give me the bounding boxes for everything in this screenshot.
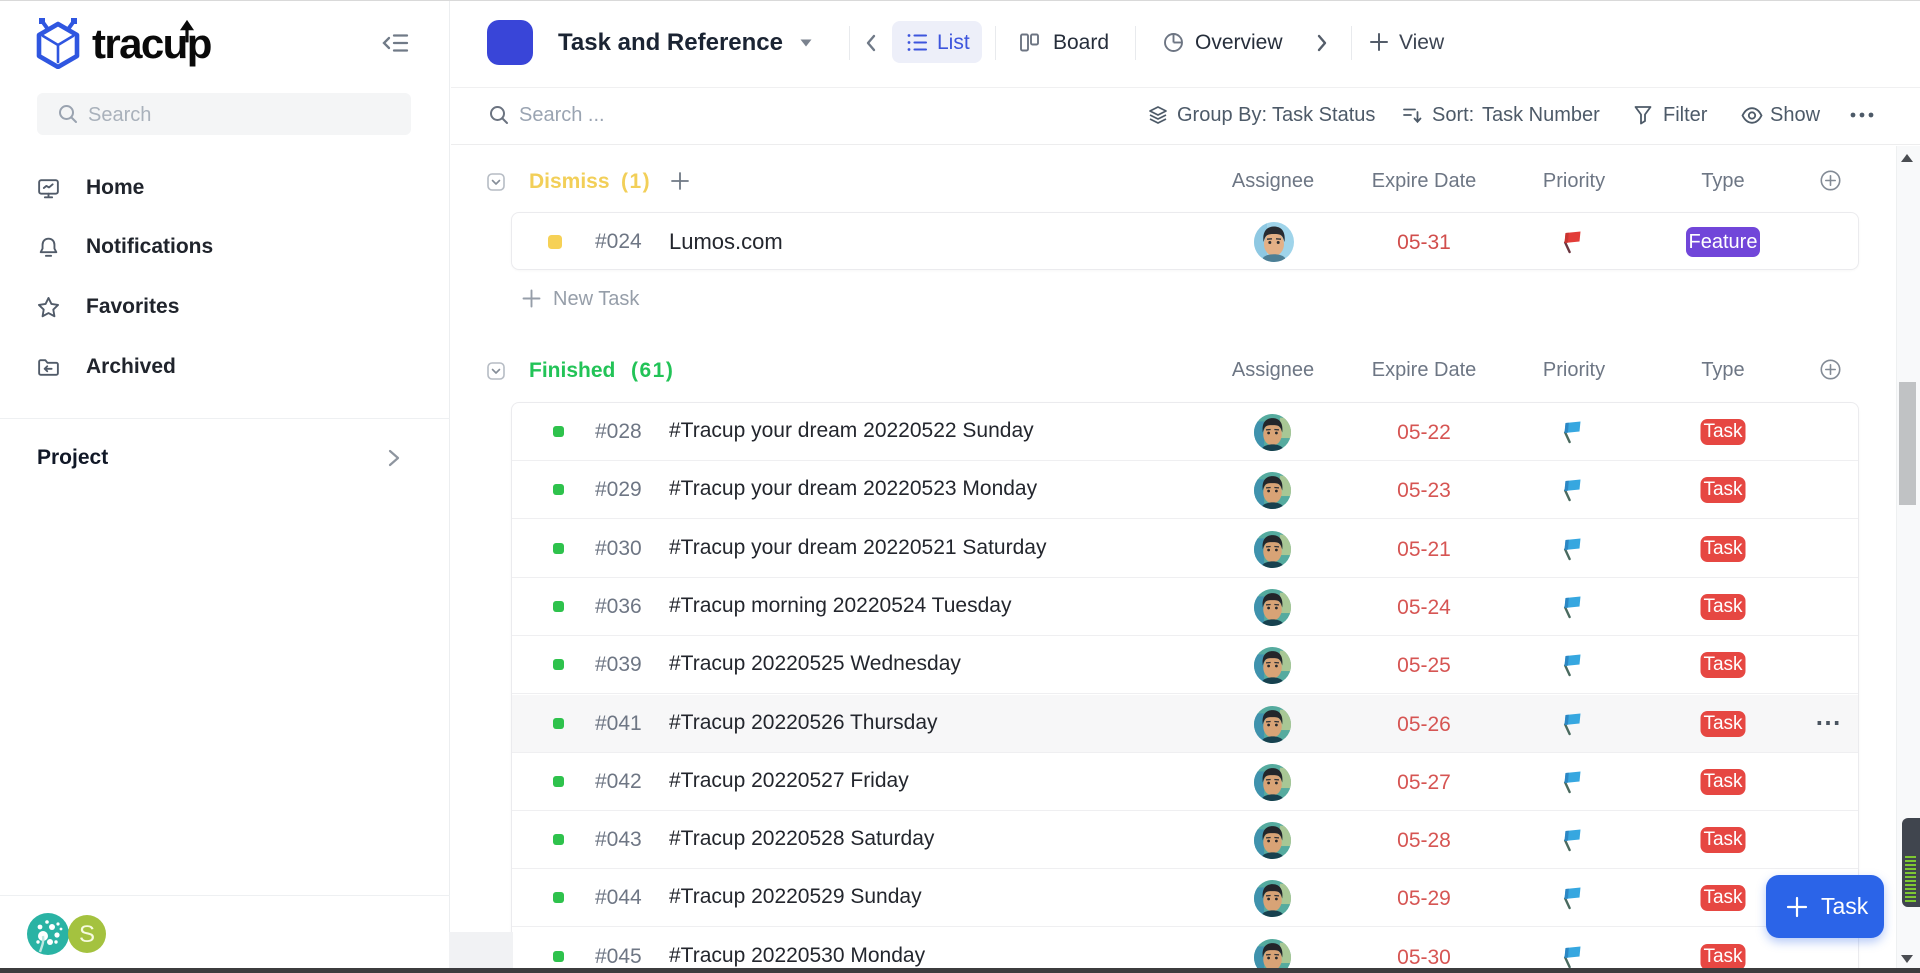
svg-text:S: S xyxy=(79,921,95,948)
